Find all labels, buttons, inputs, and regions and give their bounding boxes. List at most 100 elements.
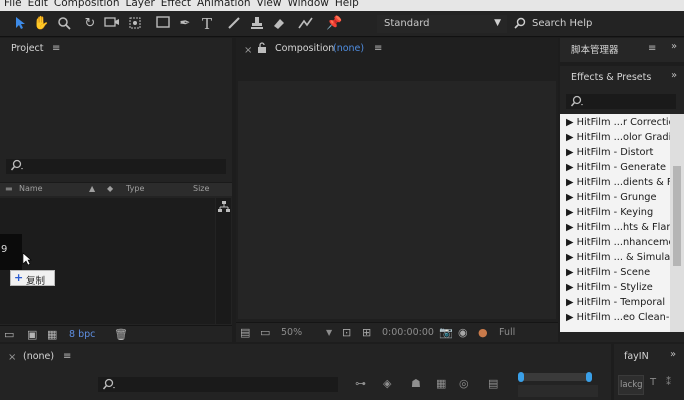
effects-category-item[interactable]: ▶ HitFilm - Grunge [566, 192, 657, 207]
menu-animation[interactable]: Animation [193, 0, 251, 9]
bit-depth-button[interactable]: 8 bpc [69, 329, 95, 340]
panel-menu-icon[interactable]: ≡ [52, 43, 60, 54]
menu-help[interactable]: Help [331, 0, 359, 9]
overflow-chevrons-icon[interactable]: » [670, 349, 676, 360]
pan-behind-tool-icon[interactable] [127, 16, 143, 32]
snapshot-camera-icon[interactable]: 📷 [439, 326, 453, 339]
effects-category-item[interactable]: ▶ HitFilm ...olor Grading [566, 132, 670, 147]
column-size[interactable]: Size [193, 184, 209, 193]
effects-category-item[interactable]: ▶ HitFilm - Temporal [566, 297, 665, 312]
chevron-down-icon[interactable]: ▼ [326, 328, 332, 337]
zoom-level[interactable]: 50% [281, 327, 302, 338]
effects-search-input[interactable] [566, 94, 676, 109]
effects-scrollbar-thumb[interactable] [673, 166, 681, 266]
panel-menu-icon[interactable]: ≡ [374, 43, 382, 54]
graph-editor-icon[interactable]: ▤ [488, 377, 498, 390]
project-search-input[interactable] [6, 159, 226, 174]
pen-tool-icon[interactable]: ✒ [177, 16, 193, 32]
menu-view[interactable]: View [253, 0, 282, 9]
effects-category-item[interactable]: ▶ HitFilm ...hts & Flares [566, 222, 670, 237]
resolution[interactable]: Full [499, 327, 515, 338]
panel-menu-icon[interactable]: ≡ [63, 351, 71, 362]
new-composition-icon[interactable]: ▦ [47, 328, 57, 341]
time-navigator-end-handle[interactable] [586, 372, 592, 382]
frame-blending-icon[interactable]: ▦ [436, 377, 446, 390]
fit-icon[interactable]: ⊡ [342, 326, 351, 339]
effects-category-item[interactable]: ▶ HitFilm ...dients & Fills [566, 177, 670, 192]
grid-guides-icon[interactable]: ⊞ [362, 326, 371, 339]
close-icon[interactable]: × [244, 45, 252, 56]
monitor-icon[interactable]: ▭ [260, 326, 270, 339]
timecode[interactable]: 0:00:00:00 [382, 327, 434, 338]
column-type[interactable]: Type [126, 184, 144, 193]
panel-menu-icon[interactable]: ≡ [648, 43, 656, 54]
comp-flowchart-icon[interactable]: ⊶ [355, 377, 366, 390]
type-tool-icon[interactable]: T [199, 16, 215, 32]
time-ruler[interactable] [518, 385, 598, 397]
effects-presets-title[interactable]: Effects & Presets [571, 72, 651, 83]
interpret-footage-icon[interactable]: ▭ [4, 328, 14, 341]
search-help-field[interactable]: Search Help [532, 18, 592, 29]
menu-file[interactable]: File [0, 0, 22, 9]
rotate-tool-icon[interactable]: ↻ [82, 16, 98, 32]
script-manager-title[interactable]: 脚本管理器 [571, 42, 619, 56]
project-panel-title[interactable]: Project [11, 43, 44, 54]
draft-3d-icon[interactable]: ◈ [383, 377, 391, 390]
new-folder-icon[interactable]: ▣ [27, 328, 37, 341]
background-chip[interactable]: lackg [618, 375, 644, 395]
menu-effect[interactable]: Effect [157, 0, 191, 9]
menu-edit[interactable]: Edit [24, 0, 48, 9]
effects-category-item[interactable]: ▶ HitFilm ...r Correction [566, 117, 670, 132]
menu-composition[interactable]: Composition [50, 0, 120, 9]
search-icon[interactable] [514, 17, 526, 32]
sort-ascending-icon[interactable]: ▲ [89, 184, 95, 193]
rectangle-tool-icon[interactable] [155, 16, 171, 32]
close-icon[interactable]: × [8, 352, 16, 363]
effects-category-item[interactable]: ▶ HitFilm - Keying [566, 207, 653, 222]
flowchart-icon[interactable] [218, 201, 230, 216]
hand-tool-icon[interactable]: ✋ [33, 16, 49, 32]
effects-category-item[interactable]: ▶ HitFilm - Distort [566, 147, 653, 162]
show-snapshot-icon[interactable]: ◉ [458, 326, 468, 339]
composition-panel-title[interactable]: Composition [275, 43, 334, 54]
project-items-list[interactable] [0, 198, 215, 324]
effects-category-item[interactable]: ▶ HitFilm - Scene [566, 267, 650, 282]
time-navigator-start-handle[interactable] [518, 372, 524, 382]
color-channels-icon[interactable]: ● [478, 326, 488, 339]
motion-blur-icon[interactable]: ◎ [459, 377, 469, 390]
shy-layers-icon[interactable]: ☗ [411, 377, 421, 390]
overflow-chevrons-icon[interactable]: » [671, 41, 677, 52]
effects-category-item[interactable]: ▶ HitFilm ...eo Clean-up [566, 312, 670, 327]
overflow-chevrons-icon[interactable]: » [671, 70, 677, 81]
lock-icon[interactable] [257, 42, 267, 56]
project-scrollbar[interactable] [216, 198, 231, 324]
clone-stamp-tool-icon[interactable] [249, 16, 265, 32]
selection-tool-icon[interactable] [12, 16, 28, 32]
roto-brush-tool-icon[interactable] [298, 16, 314, 32]
brush-tool-icon[interactable] [226, 16, 242, 32]
menu-layer[interactable]: Layer [122, 0, 155, 9]
zoom-tool-icon[interactable] [56, 16, 72, 32]
camera-tool-icon[interactable] [104, 16, 120, 32]
eraser-tool-icon[interactable] [271, 16, 287, 32]
always-preview-icon[interactable]: ▤ [240, 326, 250, 339]
puppet-pin-tool-icon[interactable]: 📌 [326, 16, 342, 32]
effects-category-item[interactable]: ▶ HitFilm - Stylize [566, 282, 653, 297]
column-name[interactable]: Name [19, 184, 43, 193]
trash-icon[interactable]: 🗑 [114, 328, 128, 341]
composition-viewer[interactable] [238, 81, 556, 319]
timeline-search-input[interactable] [98, 377, 338, 392]
timeline-title[interactable]: (none) [23, 351, 54, 362]
fayin-title[interactable]: fayIN [624, 351, 649, 362]
tool-option-icon[interactable]: ⁑ [666, 377, 671, 388]
tag-icon[interactable]: ◆ [107, 184, 113, 193]
effects-category-item[interactable]: ▶ HitFilm ...nhancement [566, 237, 670, 252]
time-navigator[interactable] [518, 372, 592, 382]
menu-window[interactable]: Window [283, 0, 328, 9]
workspace-dropdown[interactable]: Standard ▼ [377, 15, 507, 33]
label-column-icon[interactable]: ▬ [5, 184, 13, 193]
effects-category-item[interactable]: ▶ HitFilm ... & Simulatio [566, 252, 670, 267]
composition-name[interactable]: (none) [333, 43, 364, 54]
effects-scrollbar[interactable] [670, 114, 684, 332]
text-tool-icon[interactable]: T [650, 377, 656, 388]
